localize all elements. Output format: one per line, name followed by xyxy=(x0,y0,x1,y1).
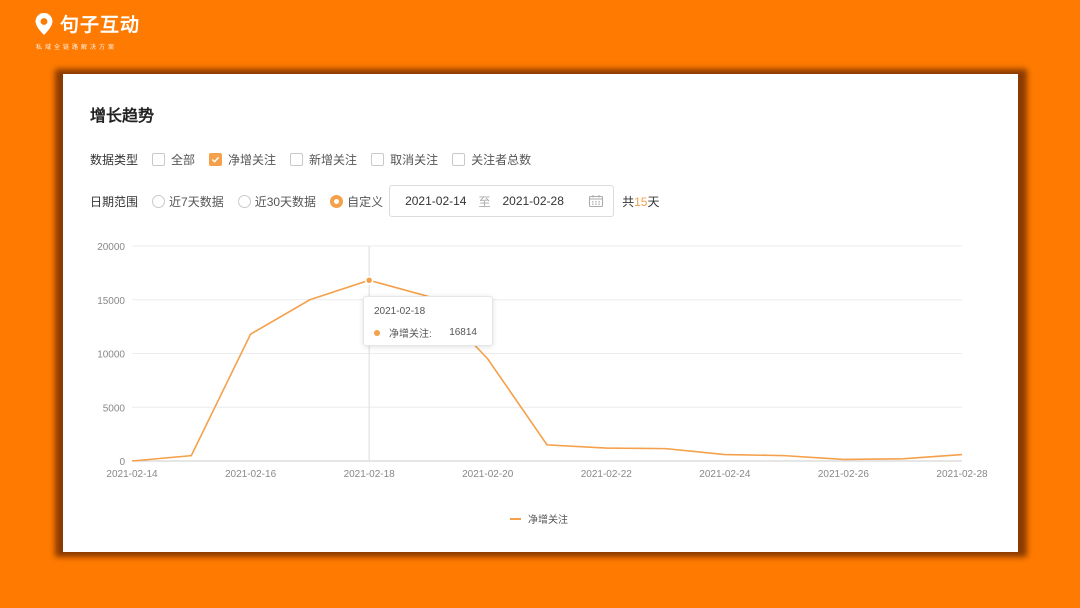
y-tick-label: 15000 xyxy=(97,296,125,307)
brand: 句子互动 私域全链路解决方案 xyxy=(34,10,140,51)
x-tick-label: 2021-02-16 xyxy=(225,469,277,480)
y-tick-label: 10000 xyxy=(97,350,125,361)
tooltip-series-name: 净增关注: xyxy=(389,329,432,340)
x-tick-label: 2021-02-18 xyxy=(344,469,396,480)
tooltip-series-dot xyxy=(374,329,380,336)
series-line xyxy=(131,279,963,462)
tooltip-date: 2021-02-18 xyxy=(374,306,426,317)
brand-slogan: 私域全链路解决方案 xyxy=(36,45,118,51)
brand-row: 句子互动 xyxy=(34,10,140,37)
y-tick-label: 20000 xyxy=(97,242,125,253)
highlight-point xyxy=(364,275,374,285)
x-tick-label: 2021-02-20 xyxy=(462,469,514,480)
x-tick-label: 2021-02-14 xyxy=(106,469,158,480)
growth-line-chart: 0 5000 10000 15000 20000 2021-02-14 2021-02-16… xyxy=(97,242,988,480)
legend-line-icon xyxy=(510,517,521,520)
legend-label: 净增关注 xyxy=(528,515,568,526)
x-tick-label: 2021-02-28 xyxy=(936,469,988,480)
x-tick-label: 2021-02-22 xyxy=(581,469,633,480)
tooltip-row: 净增关注: 16814 xyxy=(374,325,482,340)
tooltip-value: 16814 xyxy=(449,327,477,338)
y-tick-label: 5000 xyxy=(103,403,126,414)
x-tick-label: 2021-02-24 xyxy=(699,469,751,480)
x-tick-label: 2021-02-26 xyxy=(818,469,870,480)
brand-name: 句子互动 xyxy=(60,15,141,36)
y-tick-label: 0 xyxy=(119,457,125,468)
location-pin-icon xyxy=(35,12,53,35)
chart-legend[interactable]: 净增关注 xyxy=(510,511,568,526)
growth-trend-panel: 增长趋势 数据类型 全部 净增关注 新增关注 取消关注 关注者总数 日期范围 近7天数据… xyxy=(63,74,1018,552)
chart-tooltip: 2021-02-18 净增关注: 16814 xyxy=(363,296,493,346)
